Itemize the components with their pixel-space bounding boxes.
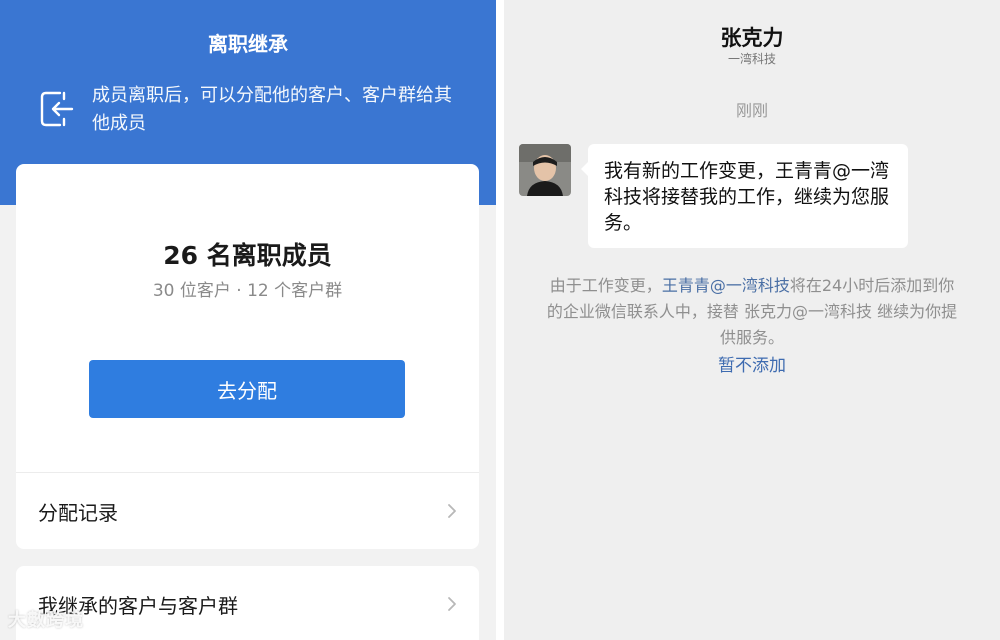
notice-prefix: 由于工作变更， [549,276,662,295]
exit-icon [40,91,74,127]
message-bubble[interactable]: 我有新的工作变更，王青青@一湾科技将接替我的工作，继续为您服务。 [581,144,908,248]
chevron-right-icon [448,597,456,611]
resigned-count-title: 26 名离职成员 [163,241,332,270]
successor-link[interactable]: 王青青@一湾科技 [662,276,790,295]
resigned-count-subtitle: 30 位客户 · 12 个客户群 [152,281,343,301]
row-label: 分配记录 [38,501,118,525]
resignation-inheritance-panel: 离职继承 成员离职后，可以分配他的客户、客户群给其他成员 26 名离职成员 30… [0,0,496,640]
summary-card: 26 名离职成员 30 位客户 · 12 个客户群 去分配 分配记录 [16,164,479,549]
page-title: 离职继承 [208,32,288,56]
chat-panel: 张克力 一湾科技 刚刚 我有新的工作变更，王青青@一湾科技将接替我的工作，继续为… [504,0,1000,640]
panel-separator [496,0,504,640]
header-description: 成员离职后，可以分配他的客户、客户群给其他成员 [92,85,452,134]
system-notice: 由于工作变更，王青青@一湾科技将在24小时后添加到你的企业微信联系人中，接替 张… [544,273,960,351]
message-timestamp: 刚刚 [735,101,768,120]
chevron-right-icon [448,504,456,518]
assignment-record-row[interactable]: 分配记录 [16,473,479,549]
inherited-customers-row[interactable]: 我继承的客户与客户群 [16,566,479,640]
watermark: 大數跨境 [8,610,84,631]
avatar[interactable] [519,144,571,196]
contact-name: 张克力 [720,26,784,50]
assign-button[interactable]: 去分配 [89,360,405,418]
contact-company: 一湾科技 [727,52,776,66]
defer-add-link[interactable]: 暂不添加 [504,351,1000,376]
